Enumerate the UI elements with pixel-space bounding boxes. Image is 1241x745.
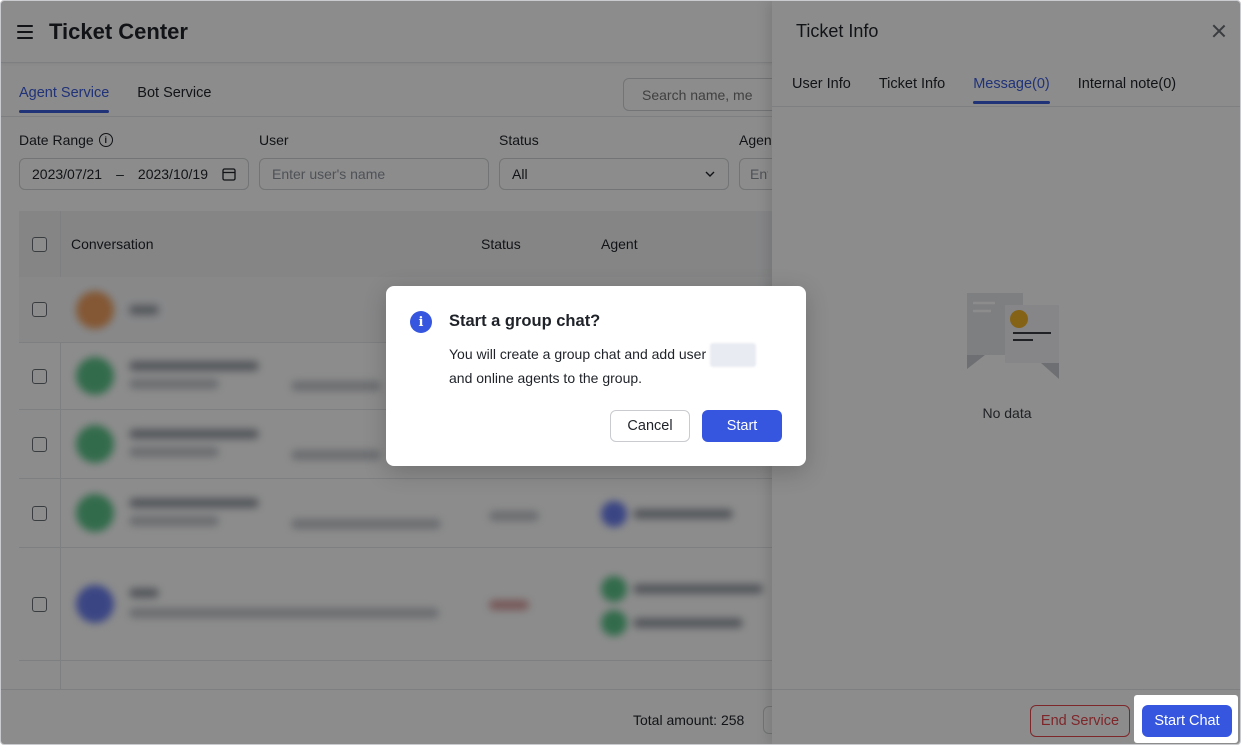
hamburger-menu-icon[interactable] <box>17 24 35 39</box>
row-checkbox[interactable] <box>32 506 47 521</box>
agent-cell <box>601 576 763 636</box>
avatar <box>76 357 114 395</box>
agent-input[interactable] <box>750 166 768 182</box>
date-range-picker[interactable]: 2023/07/21 – 2023/10/19 <box>19 158 249 190</box>
ticket-info-drawer: Ticket Info User Info Ticket Info Messag… <box>772 1 1240 744</box>
tab-user-info[interactable]: User Info <box>792 76 851 104</box>
date-range-label: Date Range i <box>19 132 113 148</box>
dialog-body-line2: and online agents to the group. <box>449 370 643 387</box>
date-range-label-text: Date Range <box>19 132 94 148</box>
empty-state-text: No data <box>982 405 1032 421</box>
tab-message[interactable]: Message(0) <box>973 76 1050 104</box>
status-label: Status <box>499 132 539 148</box>
status-cell <box>489 600 529 610</box>
row-checkbox[interactable] <box>32 302 47 317</box>
calendar-icon <box>222 168 236 181</box>
date-start: 2023/07/21 <box>32 166 103 182</box>
conversation-preview <box>129 498 259 526</box>
status-cell <box>489 511 539 521</box>
agent-label: Agen <box>739 132 772 148</box>
agent-cell <box>601 501 733 527</box>
avatar <box>76 494 114 532</box>
conversation-meta <box>291 519 441 529</box>
conversation-preview <box>129 429 259 457</box>
conversation-preview <box>129 588 439 618</box>
app-window: Ticket Center Agent Service Bot Service … <box>0 0 1241 745</box>
empty-state-icon <box>967 293 1059 379</box>
conversation-meta <box>291 381 381 391</box>
status-select-value: All <box>512 166 528 182</box>
drawer-tabs-divider <box>772 106 1240 107</box>
dialog-body: You will create a group chat and add use… <box>449 343 779 389</box>
service-tabs: Agent Service Bot Service <box>19 85 211 113</box>
avatar <box>76 425 114 463</box>
user-name-input[interactable] <box>272 166 476 182</box>
start-button[interactable]: Start <box>702 410 782 442</box>
tab-ticket-info[interactable]: Ticket Info <box>879 76 945 104</box>
dialog-title: Start a group chat? <box>449 312 601 330</box>
tab-bot-service[interactable]: Bot Service <box>137 85 211 113</box>
row-checkbox[interactable] <box>32 597 47 612</box>
user-label: User <box>259 132 289 148</box>
avatar <box>76 291 114 329</box>
drawer-footer-divider <box>772 689 1240 690</box>
start-chat-highlight: Start Chat <box>1134 695 1238 743</box>
avatar <box>76 585 114 623</box>
date-end: 2023/10/19 <box>137 166 208 182</box>
drawer-title: Ticket Info <box>796 21 879 41</box>
user-field[interactable] <box>259 158 489 190</box>
tab-internal-note[interactable]: Internal note(0) <box>1078 76 1176 104</box>
tab-agent-service[interactable]: Agent Service <box>19 85 110 113</box>
status-select[interactable]: All <box>499 158 729 190</box>
start-chat-button[interactable]: Start Chat <box>1142 705 1232 737</box>
page-title: Ticket Center <box>49 18 188 44</box>
conversation-preview <box>129 305 159 315</box>
conversation-meta <box>291 450 381 460</box>
header-conversation: Conversation <box>71 236 154 252</box>
confirm-dialog: i Start a group chat? You will create a … <box>386 286 806 466</box>
row-checkbox[interactable] <box>32 369 47 384</box>
chevron-down-icon <box>705 171 715 177</box>
header-status: Status <box>481 236 521 252</box>
conversation-preview <box>129 361 259 389</box>
close-icon[interactable] <box>1210 22 1228 40</box>
total-amount: Total amount: 258 <box>633 712 745 728</box>
row-checkbox[interactable] <box>32 437 47 452</box>
end-service-button[interactable]: End Service <box>1030 705 1130 737</box>
date-separator: – <box>116 166 124 182</box>
drawer-tabs: User Info Ticket Info Message(0) Interna… <box>792 76 1176 104</box>
info-icon[interactable]: i <box>98 133 113 147</box>
dialog-body-line1: You will create a group chat and add use… <box>449 346 707 362</box>
select-all-checkbox[interactable] <box>32 236 47 252</box>
cancel-button[interactable]: Cancel <box>610 410 690 442</box>
info-icon: i <box>410 311 432 333</box>
masked-user-name <box>710 343 757 368</box>
header-agent: Agent <box>601 236 638 252</box>
